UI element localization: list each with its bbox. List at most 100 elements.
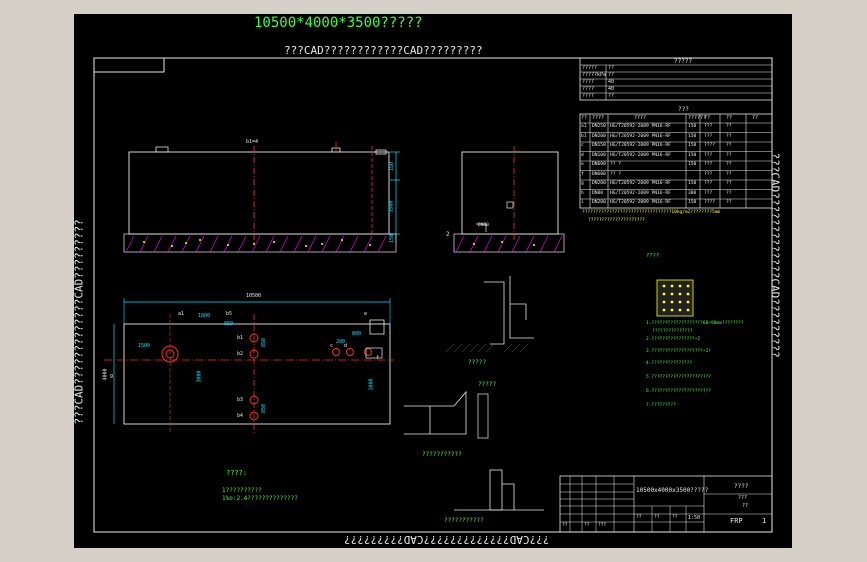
nozzle-header-4: ?? (704, 115, 711, 121)
nozzle-cell: HG/T20592-2009 PN16-RF (610, 143, 671, 148)
nozzle-note-1: ?????????????????????????????????10kg/m2… (582, 210, 721, 215)
nozzle-cell: DN200 (592, 133, 606, 139)
plan-dim-4: 850 (261, 337, 268, 348)
nozzle-cell: DN200 (592, 181, 606, 186)
plan-overall-length: 10500 (246, 293, 262, 299)
notes-right-line-0: 1.???????????????????60~90mm???????? (646, 321, 744, 326)
notes-right-line-3: 3.???????????????????~2? (646, 349, 712, 354)
nozzle-cell: 150 (688, 200, 697, 205)
nozzle-cell: 150 (688, 133, 697, 139)
nozzle-cell: ???? (704, 143, 716, 148)
nozzle-cell: ?? (726, 181, 732, 186)
notes-right-line-5: 5.?????????????????????? (646, 375, 712, 380)
nozzle-cell: ??? (704, 124, 713, 129)
plan-label-b4: b4 (237, 413, 244, 419)
title-block-material: FRP (730, 517, 743, 525)
plan-dim-3: 3000 (196, 370, 203, 383)
nozzle-cell: ?? (726, 190, 732, 196)
drawing-graphics (93, 57, 773, 533)
nozzle-cell: ??? (704, 133, 713, 139)
nozzle-header-2: ???? (634, 115, 647, 121)
nozzle-cell: HG/T20592-2009 PN16-RF (610, 124, 671, 129)
plan-label-b3: b3 (237, 397, 244, 403)
nozzle-cell: 150 (688, 181, 697, 186)
title-block-label-1: ?? (584, 523, 590, 528)
detail-2-title: ????? (478, 381, 497, 388)
nozzle-cell: HG/T20592-2009 PN16-RF (610, 190, 671, 196)
nozzle-cell: ??? (704, 152, 713, 158)
frame-bottom-text: ???CAD?????????????CAD????????? (344, 533, 550, 546)
nozzle-cell: i (581, 200, 584, 205)
nozzle-cell: g (581, 181, 584, 186)
title-block-sheet: 1 (762, 517, 767, 525)
nozzle-cell: e (581, 162, 584, 167)
nozzle-note-2: ????????????????????? (588, 218, 645, 223)
side-view-sub: DN80 (478, 223, 489, 228)
nozzle-cell: DN80 (592, 190, 604, 196)
title-block-right-sub2: ?? (742, 503, 749, 509)
nozzle-cell: DN250 (592, 124, 606, 129)
plan-dim-1: 850 (224, 321, 234, 327)
title-block-project: 10500x4000x3500????? (636, 487, 709, 494)
nozzle-cell: ??? (704, 190, 713, 196)
plan-dim-6: 1000 (368, 378, 375, 391)
cad-drawing-canvas[interactable]: 10500*4000*3500????? ???CAD????????????C… (74, 14, 792, 548)
nozzle-cell: h (581, 190, 584, 196)
nozzle-cell: ?? ? (610, 171, 622, 177)
plan-dim-2: 1500 (138, 343, 151, 349)
side-view-label: 2 (446, 231, 450, 238)
nozzle-cell: ?? (726, 171, 732, 177)
nozzle-cell: ???? (704, 200, 716, 205)
title-block-right-title: ???? (734, 483, 749, 490)
notes-left-line-1: 1?????????? (222, 487, 262, 494)
nozzle-cell: ??? (704, 162, 713, 167)
detail-1-title: ????? (468, 359, 487, 366)
nozzle-cell: ?? (726, 200, 732, 205)
plan-label-a1: a1 (178, 311, 185, 317)
nozzle-cell: d (581, 152, 584, 158)
nozzle-header-5: ?? (726, 115, 733, 121)
params-row-2-val: 40 (608, 79, 615, 85)
nozzle-cell: HG/T20592-2009 PN16-RF (610, 133, 671, 139)
title-block-label-5: ?? (672, 515, 678, 520)
nozzle-cell: DN150 (592, 143, 606, 148)
nozzle-cell: 150 (688, 124, 697, 129)
nozzle-cell: HG/T20592-2009 PN16-RF (610, 152, 671, 158)
notes-right-line-1: ??????????????? (652, 329, 693, 334)
elevation-dim-2: 3500 (388, 200, 395, 213)
plan-dim-5: 850 (261, 403, 268, 414)
notes-right-title: ???? (646, 253, 660, 259)
plan-dim-7: 200 (336, 339, 346, 345)
plan-label-b1: b1 (237, 335, 244, 341)
nozzle-cell: ?? (726, 162, 732, 167)
nozzle-cell: c (581, 143, 584, 148)
nozzle-header-1: ???? (592, 115, 605, 121)
plan-label-b2: b2 (237, 351, 244, 357)
plan-label-e: e (364, 311, 368, 317)
nozzle-header-6: ?? (752, 115, 759, 121)
nozzle-cell: ??? (704, 171, 713, 177)
params-row-2-key: ???? (582, 79, 595, 85)
nozzle-cell: ?? (726, 152, 732, 158)
main-title: 10500*4000*3500????? (254, 15, 423, 31)
params-row-3-val: 40 (608, 86, 615, 92)
nozzle-cell: 300 (688, 190, 697, 196)
notes-right-line-4: 4.??????????????? (646, 361, 693, 366)
plan-dim-0: 1800 (198, 313, 211, 319)
frame-top-text: ???CAD????????????CAD????????? (284, 44, 483, 57)
notes-right-line-6: 6.?????????????????????? (646, 389, 712, 394)
nozzle-cell: HG/T20592-2009 PN16-RF (610, 200, 671, 205)
plan-label-c: c (330, 343, 334, 349)
elevation-dim-3: 150 (389, 233, 396, 244)
plan-dim-8: 800 (352, 331, 362, 337)
nozzle-cell: ??? (704, 181, 713, 186)
plan-label-f: f (376, 355, 380, 361)
nozzle-cell: ?? (726, 143, 732, 148)
frame-right-text: ???CAD?????????????CAD????????? (768, 152, 782, 358)
title-block-label-3: ?? (636, 515, 642, 520)
nozzle-cell: ?? ? (610, 162, 622, 167)
params-row-0-val: ?? (608, 65, 615, 71)
nozzle-cell: a1 (581, 124, 587, 129)
nozzle-table-title: ??? (678, 106, 689, 113)
nozzle-cell: b1 (581, 133, 587, 139)
